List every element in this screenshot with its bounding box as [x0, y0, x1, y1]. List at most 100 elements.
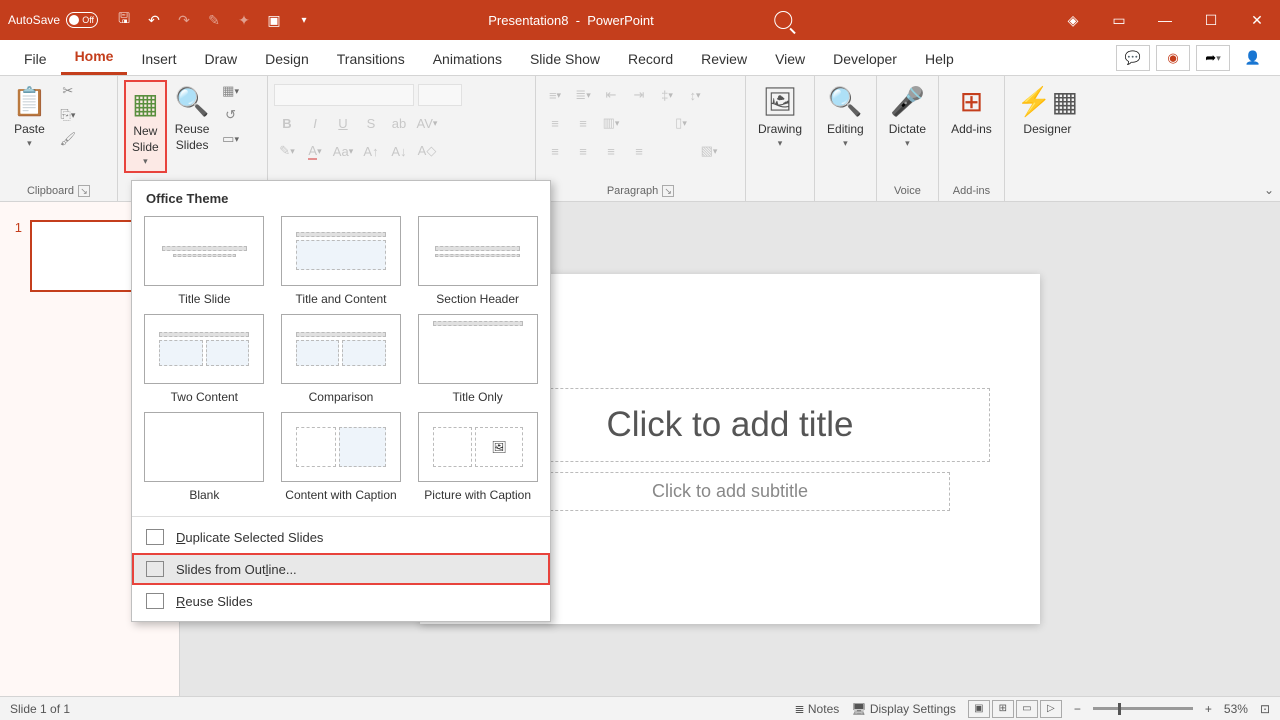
copy-button[interactable]: ⎘▾ [55, 104, 81, 126]
account-icon[interactable]: 👤 [1236, 45, 1270, 71]
layout-title-content[interactable]: Title and Content [279, 216, 404, 306]
sorter-view-button[interactable]: ⊞ [992, 700, 1014, 718]
section-button[interactable]: ▭▾ [218, 128, 244, 150]
maximize-button[interactable]: ☐ [1188, 0, 1234, 40]
case-button[interactable]: Aa▾ [330, 140, 356, 162]
font-family-box[interactable] [274, 84, 414, 106]
align-center-button[interactable]: ≡ [570, 112, 596, 134]
search-icon[interactable] [774, 11, 792, 29]
layout-title-only[interactable]: Title Only [415, 314, 540, 404]
tab-draw[interactable]: Draw [190, 43, 251, 75]
camera-button[interactable]: ◉ [1156, 45, 1190, 71]
grow-font-button[interactable]: A↑ [358, 140, 384, 162]
close-button[interactable]: ✕ [1234, 0, 1280, 40]
align-c2[interactable]: ≡ [570, 140, 596, 162]
comments-button[interactable]: 💬 [1116, 45, 1150, 71]
tab-home[interactable]: Home [61, 40, 128, 75]
notes-button[interactable]: ≣ Notes [795, 702, 840, 716]
new-slide-button[interactable]: ▦ New Slide ▾ [124, 80, 167, 173]
strike-button[interactable]: S [358, 112, 384, 134]
font-color-button[interactable]: A▾ [302, 140, 328, 162]
designer-button[interactable]: ⚡▦Designer [1011, 80, 1084, 142]
align-left-button[interactable]: ≡ [542, 112, 568, 134]
layout-content-caption[interactable]: Content with Caption [279, 412, 404, 502]
slides-from-outline-item[interactable]: Slides from Outline... [132, 553, 550, 585]
indent-inc-button[interactable]: ⇥ [626, 84, 652, 106]
save-icon[interactable]: 🖫 [110, 6, 138, 34]
toggle-switch[interactable]: Off [66, 12, 98, 28]
drawing-button[interactable]: 🖼Drawing▾ [752, 80, 808, 154]
zoom-in-button[interactable]: + [1205, 702, 1212, 716]
tab-review[interactable]: Review [687, 43, 761, 75]
reuse-slides-button[interactable]: 🔍 Reuse Slides [169, 80, 216, 158]
reading-view-button[interactable]: ▭ [1016, 700, 1038, 718]
layout-section-header[interactable]: Section Header [415, 216, 540, 306]
align-l2[interactable]: ≡ [542, 140, 568, 162]
clear-format-button[interactable]: A◇ [414, 140, 440, 162]
layout-title-slide[interactable]: Title Slide [142, 216, 267, 306]
font-size-box[interactable] [418, 84, 462, 106]
align-j2[interactable]: ≡ [626, 140, 652, 162]
paragraph-launcher[interactable]: ↘ [662, 185, 674, 197]
clipboard-launcher[interactable]: ↘ [78, 185, 90, 197]
shadow-button[interactable]: ab [386, 112, 412, 134]
normal-view-button[interactable]: ▣ [968, 700, 990, 718]
smartart-button[interactable]: ▧▾ [696, 140, 722, 162]
italic-button[interactable]: I [302, 112, 328, 134]
redo-icon[interactable]: ↷ [170, 6, 198, 34]
tab-help[interactable]: Help [911, 43, 968, 75]
layout-blank[interactable]: Blank [142, 412, 267, 502]
tab-developer[interactable]: Developer [819, 43, 911, 75]
undo-icon[interactable]: ↶ [140, 6, 168, 34]
collapse-ribbon-icon[interactable]: ⌄ [1264, 183, 1274, 197]
numbering-button[interactable]: ≣▾ [570, 84, 596, 106]
bullets-button[interactable]: ≡▾ [542, 84, 568, 106]
touch-icon[interactable]: ✦ [230, 6, 258, 34]
qat-more-icon[interactable]: ▾ [290, 6, 318, 34]
reuse-slides-item[interactable]: Reuse Slides [132, 585, 550, 617]
bold-button[interactable]: B [274, 112, 300, 134]
present-icon[interactable]: ▣ [260, 6, 288, 34]
ink-icon[interactable]: ✎ [200, 6, 228, 34]
layout-two-content[interactable]: Two Content [142, 314, 267, 404]
reset-button[interactable]: ↺ [218, 104, 244, 126]
minimize-button[interactable]: — [1142, 0, 1188, 40]
columns-button[interactable]: ▥▾ [598, 112, 624, 134]
dictate-button[interactable]: 🎤Dictate▾ [883, 80, 932, 154]
shrink-font-button[interactable]: A↓ [386, 140, 412, 162]
cut-button[interactable]: ✂ [55, 80, 81, 102]
linespace-button[interactable]: ‡▾ [654, 84, 680, 106]
fit-to-window-button[interactable]: ⊡ [1260, 702, 1270, 716]
share-button[interactable]: ➦▾ [1196, 45, 1230, 71]
tab-design[interactable]: Design [251, 43, 323, 75]
duplicate-slides-item[interactable]: Duplicate Selected Slides [132, 521, 550, 553]
tab-insert[interactable]: Insert [127, 43, 190, 75]
tab-view[interactable]: View [761, 43, 819, 75]
ribbon-mode-icon[interactable]: ▭ [1096, 0, 1142, 40]
text-dir-button[interactable]: ↕▾ [682, 84, 708, 106]
tab-file[interactable]: File [10, 43, 61, 75]
underline-button[interactable]: U [330, 112, 356, 134]
diamond-icon[interactable]: ◈ [1050, 0, 1096, 40]
tab-animations[interactable]: Animations [419, 43, 516, 75]
spacing-button[interactable]: AV▾ [414, 112, 440, 134]
highlight-button[interactable]: ✎▾ [274, 140, 300, 162]
addins-button[interactable]: ⊞Add-ins [945, 80, 998, 142]
layout-picture-caption[interactable]: 🖼Picture with Caption [415, 412, 540, 502]
align-vert-button[interactable]: ▯▾ [668, 112, 694, 134]
format-painter-button[interactable]: 🖌 [55, 128, 81, 150]
zoom-out-button[interactable]: − [1074, 702, 1081, 716]
zoom-level[interactable]: 53% [1224, 702, 1248, 716]
indent-dec-button[interactable]: ⇤ [598, 84, 624, 106]
tab-transitions[interactable]: Transitions [323, 43, 419, 75]
editing-button[interactable]: 🔍Editing▾ [821, 80, 870, 154]
zoom-slider[interactable] [1093, 707, 1193, 710]
display-settings-button[interactable]: 🖥 Display Settings [851, 702, 956, 716]
layout-comparison[interactable]: Comparison [279, 314, 404, 404]
tab-record[interactable]: Record [614, 43, 687, 75]
slideshow-view-button[interactable]: ▷ [1040, 700, 1062, 718]
layout-button[interactable]: ▦▾ [218, 80, 244, 102]
paste-button[interactable]: 📋 Paste▾ [6, 80, 53, 154]
tab-slideshow[interactable]: Slide Show [516, 43, 614, 75]
subtitle-placeholder[interactable]: Click to add subtitle [510, 472, 950, 511]
